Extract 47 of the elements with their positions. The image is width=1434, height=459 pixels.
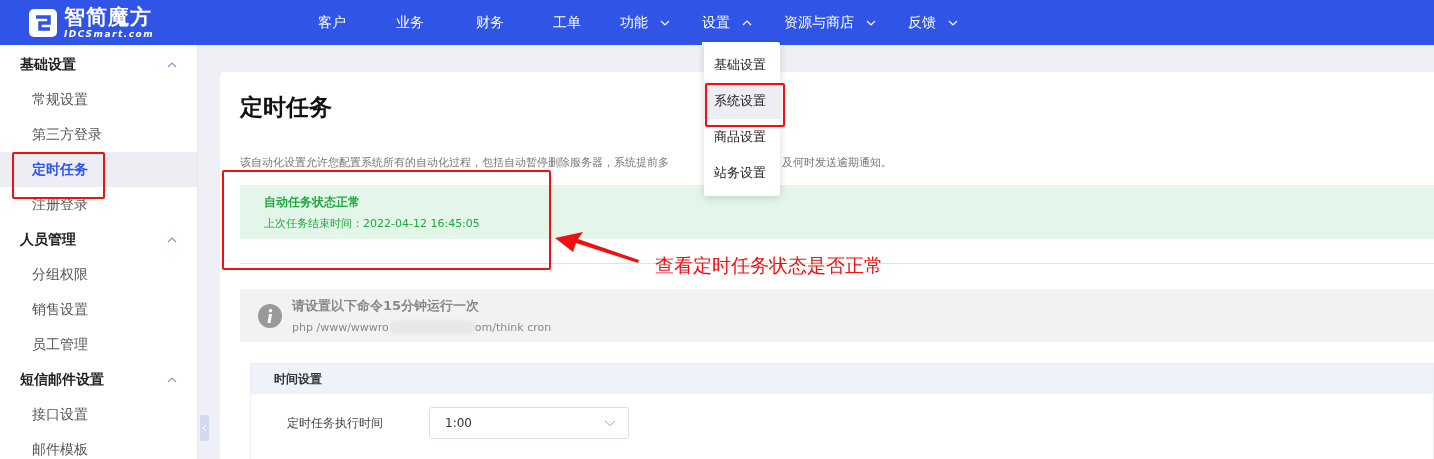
info-title: 请设置以下命令15分钟运行一次 xyxy=(292,297,481,315)
description-text: 该自动化设置允许您配置系统所有的自动化过程，包括自动暂停删除服务器，系统提前多 xyxy=(240,155,670,170)
caret-icon xyxy=(866,18,876,27)
caret-icon xyxy=(167,60,177,69)
nav-tab[interactable]: 客户 xyxy=(318,0,346,45)
field-label: 定时任务执行时间 xyxy=(286,414,384,432)
info-icon xyxy=(258,303,282,328)
collapse-handle[interactable] xyxy=(200,415,209,441)
sidebar-item[interactable]: 第三方登录 xyxy=(0,117,197,152)
command-text: php /www/wwwro xyxy=(292,320,389,334)
caret-icon xyxy=(167,375,177,384)
status-detail: 上次任务结束时间：2022-04-12 16:45:05 xyxy=(264,216,481,231)
nav-tab[interactable]: 反馈 xyxy=(908,0,936,45)
logo-domain: IDCSmart.com xyxy=(64,29,155,39)
status-title: 自动任务状态正常 xyxy=(264,194,361,211)
command-text: om/think cron xyxy=(474,320,552,334)
nav-tab[interactable]: 功能 xyxy=(620,0,648,45)
sidebar-item[interactable]: 常规设置 xyxy=(0,82,197,117)
sidebar-item[interactable]: 员工管理 xyxy=(0,327,197,362)
page-title: 定时任务 xyxy=(240,93,332,122)
chevron-icon xyxy=(604,419,616,427)
panel-title: 时间设置 xyxy=(251,364,1433,394)
nav-tab[interactable]: 资源与商店 xyxy=(784,0,854,45)
sidebar-group[interactable]: 基础设置 xyxy=(20,55,76,74)
nav-tab[interactable]: 业务 xyxy=(396,0,424,45)
menu-item[interactable]: 站务设置 xyxy=(704,155,780,191)
time-select[interactable]: 1:00 xyxy=(429,407,629,439)
caret-icon xyxy=(660,18,670,27)
caret-icon xyxy=(742,18,752,27)
description-text: 及何时发送逾期通知。 xyxy=(782,155,892,170)
logo-name: 智简魔方 xyxy=(64,6,153,28)
nav-tab[interactable]: 工单 xyxy=(553,0,581,45)
annotation-text: 查看定时任务状态是否正常 xyxy=(655,253,883,278)
sidebar-item[interactable]: 定时任务 xyxy=(0,152,197,187)
caret-icon xyxy=(948,18,958,27)
sidebar-group[interactable]: 短信邮件设置 xyxy=(20,370,104,389)
menu-item[interactable]: 基础设置 xyxy=(704,47,780,83)
sidebar-item[interactable]: 销售设置 xyxy=(0,292,197,327)
sidebar-group[interactable]: 人员管理 xyxy=(20,230,76,249)
sidebar-item[interactable]: 接口设置 xyxy=(0,397,197,432)
caret-icon xyxy=(167,235,177,244)
logo-icon xyxy=(28,7,58,38)
sidebar-item[interactable]: 邮件模板 xyxy=(0,432,197,459)
sidebar-item[interactable]: 分组权限 xyxy=(0,257,197,292)
menu-item[interactable]: 商品设置 xyxy=(704,119,780,155)
nav-tab[interactable]: 财务 xyxy=(476,0,504,45)
menu-item[interactable]: 系统设置 xyxy=(704,83,780,119)
